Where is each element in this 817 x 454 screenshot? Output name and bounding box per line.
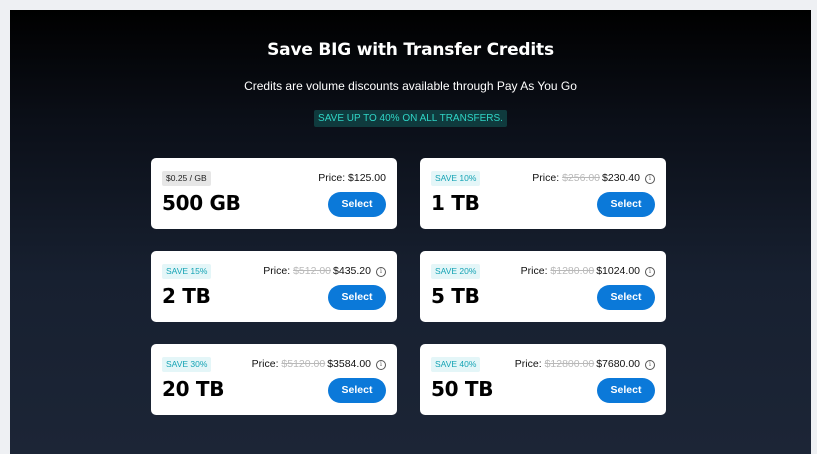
discount-badge: SAVE 15% xyxy=(162,264,212,279)
price-label: Price: xyxy=(318,172,346,184)
info-icon[interactable]: i xyxy=(376,267,386,277)
select-button[interactable]: Select xyxy=(328,192,386,217)
price-label: Price: xyxy=(532,172,560,184)
credit-card-1tb: SAVE 10% Price: $256.00 $230.40 i 1 TB Sel… xyxy=(420,158,666,229)
price-line: Price: $12800.00 $7680.00 i xyxy=(515,358,655,370)
original-price: $512.00 xyxy=(293,265,332,277)
current-price: $230.40 xyxy=(602,172,640,184)
price-label: Price: xyxy=(514,358,542,370)
credit-size: 500 GB xyxy=(162,191,241,215)
original-price: $5120.00 xyxy=(281,358,326,370)
price-line: Price: $1280.00 $1024.00 i xyxy=(521,265,655,277)
credit-size: 50 TB xyxy=(431,377,494,401)
credit-card-50tb: SAVE 40% Price: $12800.00 $7680.00 i 50 TB… xyxy=(420,344,666,415)
credit-size: 20 TB xyxy=(162,377,225,401)
discount-badge: SAVE 10% xyxy=(431,171,481,186)
current-price: $3584.00 xyxy=(327,358,371,370)
price-label: Price: xyxy=(263,265,291,277)
info-icon[interactable]: i xyxy=(645,174,655,184)
current-price: $1024.00 xyxy=(596,265,640,277)
page-title: Save BIG with Transfer Credits xyxy=(267,40,554,60)
credit-size: 5 TB xyxy=(431,284,480,308)
credit-card-5tb: SAVE 20% Price: $1280.00 $1024.00 i 5 TB S… xyxy=(420,251,666,322)
price-line: Price: $256.00 $230.40 i xyxy=(532,172,655,184)
select-button[interactable]: Select xyxy=(597,192,655,217)
credit-card-2tb: SAVE 15% Price: $512.00 $435.20 i 2 TB Sel… xyxy=(151,251,397,322)
pricing-section: Save BIG with Transfer Credits Credits a… xyxy=(10,10,811,454)
credit-size: 1 TB xyxy=(431,191,480,215)
credit-card-20tb: SAVE 30% Price: $5120.00 $3584.00 i 20 TB … xyxy=(151,344,397,415)
credit-card-500gb: $0.25 / GB Price: $125.00 500 GB Select xyxy=(151,158,397,229)
rate-badge: $0.25 / GB xyxy=(162,171,211,186)
price-line: Price: $5120.00 $3584.00 i xyxy=(252,358,386,370)
current-price: $435.20 xyxy=(333,265,371,277)
price-label: Price: xyxy=(520,265,548,277)
info-icon[interactable]: i xyxy=(645,360,655,370)
discount-badge: SAVE 40% xyxy=(431,357,481,372)
select-button[interactable]: Select xyxy=(597,285,655,310)
info-icon[interactable]: i xyxy=(376,360,386,370)
original-price: $1280.00 xyxy=(550,265,595,277)
select-button[interactable]: Select xyxy=(597,378,655,403)
discount-badge: SAVE 20% xyxy=(431,264,481,279)
credit-size: 2 TB xyxy=(162,284,211,308)
original-price: $256.00 xyxy=(562,172,601,184)
current-price: $7680.00 xyxy=(596,358,640,370)
price-line: Price: $125.00 xyxy=(318,172,386,184)
info-icon[interactable]: i xyxy=(645,267,655,277)
current-price: $125.00 xyxy=(348,172,386,184)
page-subtitle: Credits are volume discounts available t… xyxy=(244,79,577,93)
price-line: Price: $512.00 $435.20 i xyxy=(263,265,386,277)
promo-badge: SAVE UP TO 40% ON ALL TRANSFERS. xyxy=(314,110,507,127)
select-button[interactable]: Select xyxy=(328,285,386,310)
price-label: Price: xyxy=(251,358,279,370)
discount-badge: SAVE 30% xyxy=(162,357,212,372)
original-price: $12800.00 xyxy=(544,358,595,370)
select-button[interactable]: Select xyxy=(328,378,386,403)
promo-banner: SAVE UP TO 40% ON ALL TRANSFERS. xyxy=(10,108,811,127)
